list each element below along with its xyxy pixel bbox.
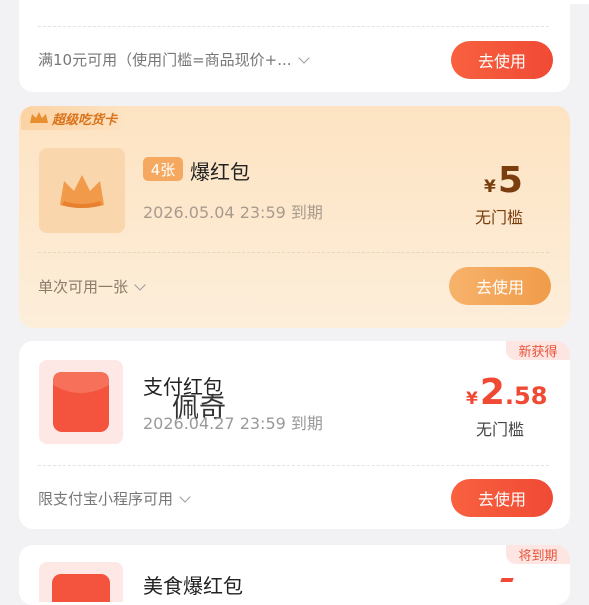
amount-decimal: .58 (504, 382, 548, 410)
condition-text: 单次可用一张 (38, 278, 129, 296)
red-packet-icon (53, 372, 109, 432)
coupon-title: 爆红包 (190, 160, 250, 184)
coupon-thumbnail (39, 360, 123, 444)
chevron-down-icon (134, 279, 146, 291)
coupon-title: 美食爆红包 (143, 574, 243, 598)
expiring-tag: 将到期 (506, 545, 570, 564)
amount-value: 5 (497, 160, 523, 201)
expiring-tag-text: 将到期 (518, 549, 558, 564)
crown-icon (60, 174, 104, 208)
count-tag-text: 4张 (150, 160, 176, 179)
divider (38, 26, 549, 27)
threshold-label: 无门槛 (475, 208, 524, 227)
currency-symbol: ¥ (484, 177, 496, 197)
usage-condition[interactable]: 满10元可用（使用门槛=商品现价+... (38, 49, 310, 70)
chevron-down-icon (297, 52, 310, 64)
usage-condition[interactable]: 限支付宝小程序可用 (38, 488, 191, 509)
count-tag: 4张 (143, 157, 183, 181)
divider (38, 252, 549, 253)
crown-icon (30, 112, 48, 123)
usage-condition[interactable]: 单次可用一张 (38, 276, 146, 297)
condition-text: 满10元可用（使用门槛=商品现价+... (38, 51, 292, 69)
coupon-thumbnail (39, 562, 123, 602)
amount-fragment (500, 578, 514, 582)
use-button[interactable]: 去使用 (451, 479, 553, 517)
chevron-down-icon (179, 491, 191, 503)
new-tag-text: 新获得 (518, 345, 558, 360)
divider (38, 465, 549, 466)
threshold-label: 无门槛 (476, 420, 525, 439)
red-packet-icon (52, 574, 110, 602)
use-button[interactable]: 去使用 (451, 41, 553, 79)
use-button[interactable]: 去使用 (449, 267, 551, 305)
expiry-date: 2026.04.27 23:59 到期 (143, 414, 323, 433)
condition-text: 限支付宝小程序可用 (38, 490, 174, 508)
super-badge: 超级吃货卡 (21, 106, 125, 130)
badge-text: 超级吃货卡 (52, 112, 118, 128)
currency-symbol: ¥ (466, 389, 478, 409)
coupon-amount-partial (495, 576, 517, 587)
expiry-date: 2026.05.04 23:59 到期 (143, 203, 323, 222)
new-tag: 新获得 (506, 341, 570, 360)
coupon-thumbnail (39, 148, 125, 233)
amount-integer: 2 (479, 372, 505, 413)
coupon-amount: ¥2.58 (466, 372, 547, 413)
coupon-amount: ¥5 (484, 160, 523, 201)
